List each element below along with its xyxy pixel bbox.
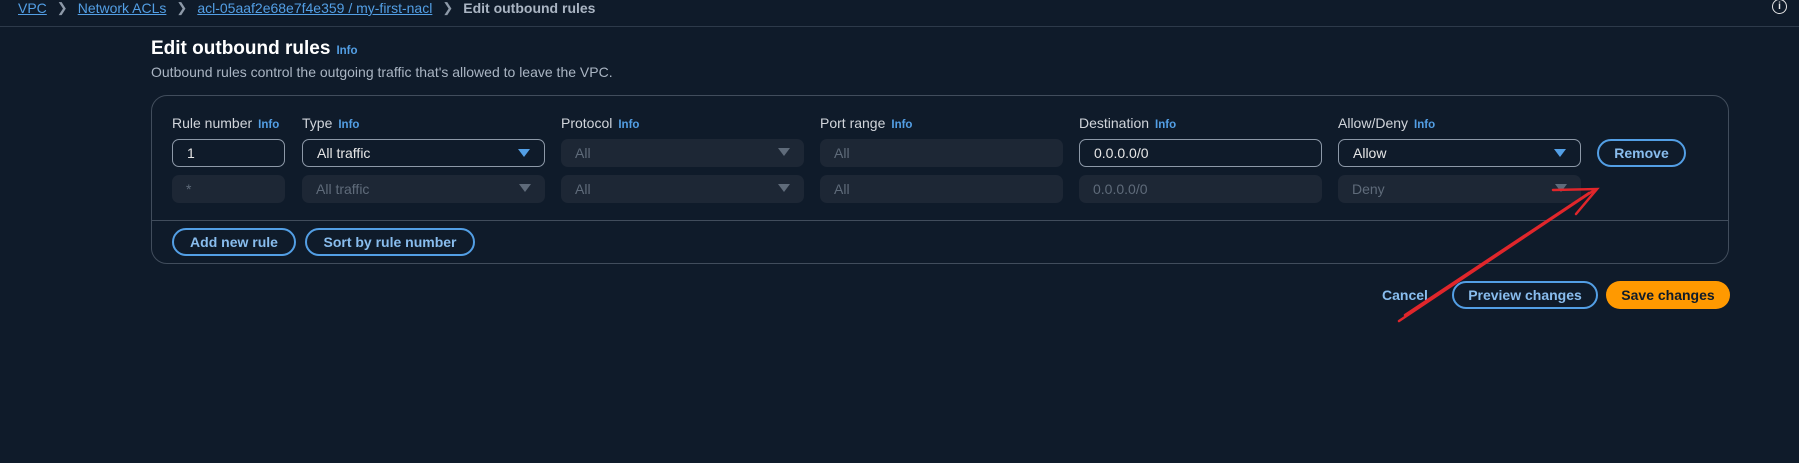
- default-destination: 0.0.0.0/0: [1079, 175, 1322, 203]
- col-allow-deny: Allow/Deny Info: [1338, 115, 1435, 131]
- default-type-select: All traffic: [302, 175, 545, 203]
- col-port-range: Port range Info: [820, 115, 912, 131]
- page-title-text: Edit outbound rules: [151, 38, 331, 59]
- protocol-info-link[interactable]: Info: [618, 119, 639, 131]
- allow-deny-select[interactable]: Allow: [1338, 139, 1581, 167]
- col-type-label: Type: [302, 115, 333, 131]
- port-range-input: All: [820, 139, 1063, 167]
- col-destination: Destination Info: [1079, 115, 1176, 131]
- col-type: Type Info: [302, 115, 359, 131]
- remove-rule-button[interactable]: Remove: [1597, 139, 1686, 167]
- sort-by-rule-number-button[interactable]: Sort by rule number: [305, 228, 475, 256]
- col-protocol: Protocol Info: [561, 115, 639, 131]
- default-protocol-select: All: [561, 175, 804, 203]
- default-protocol-value: All: [575, 181, 591, 197]
- save-changes-button[interactable]: Save changes: [1606, 281, 1730, 309]
- caret-down-icon: [778, 148, 790, 156]
- col-destination-label: Destination: [1079, 115, 1150, 131]
- type-select[interactable]: All traffic: [302, 139, 545, 167]
- chevron-right-icon: ❯: [56, 0, 68, 15]
- default-port-range: All: [820, 175, 1063, 203]
- breadcrumb-acl[interactable]: acl-05aaf2e68e7f4e359 / my-first-nacl: [197, 0, 432, 16]
- caret-down-icon: [518, 149, 530, 157]
- caret-down-icon: [778, 184, 790, 192]
- page-description: Outbound rules control the outgoing traf…: [151, 64, 613, 80]
- default-rule-number: *: [172, 175, 285, 203]
- info-circle-icon[interactable]: i: [1772, 0, 1787, 14]
- breadcrumb-vpc[interactable]: VPC: [18, 0, 47, 16]
- protocol-select-value: All: [575, 145, 591, 161]
- breadcrumb-current: Edit outbound rules: [463, 0, 596, 16]
- caret-down-icon: [1554, 149, 1566, 157]
- caret-down-icon: [1555, 184, 1567, 192]
- col-protocol-label: Protocol: [561, 115, 613, 131]
- chevron-right-icon: ❯: [442, 0, 454, 15]
- port-range-info-link[interactable]: Info: [891, 119, 912, 131]
- rule-number-info-link[interactable]: Info: [258, 119, 279, 131]
- protocol-select: All: [561, 139, 804, 167]
- breadcrumb: VPC ❯ Network ACLs ❯ acl-05aaf2e68e7f4e3…: [18, 0, 595, 16]
- page-title: Edit outbound rules Info: [151, 38, 358, 60]
- col-rule-number-label: Rule number: [172, 115, 253, 131]
- title-info-link[interactable]: Info: [336, 45, 357, 57]
- add-new-rule-button[interactable]: Add new rule: [172, 228, 296, 256]
- preview-changes-button[interactable]: Preview changes: [1452, 281, 1598, 309]
- destination-info-link[interactable]: Info: [1155, 119, 1176, 131]
- header-divider: [0, 26, 1799, 27]
- breadcrumb-network-acls[interactable]: Network ACLs: [78, 0, 167, 16]
- chevron-right-icon: ❯: [176, 0, 188, 15]
- rules-panel: Rule number Info Type Info Protocol Info Po…: [151, 95, 1729, 264]
- col-port-range-label: Port range: [820, 115, 886, 131]
- type-info-link[interactable]: Info: [338, 119, 359, 131]
- cancel-button[interactable]: Cancel: [1382, 287, 1428, 303]
- default-allow-deny-select: Deny: [1338, 175, 1581, 203]
- default-type-value: All traffic: [316, 181, 370, 197]
- default-allow-deny-value: Deny: [1352, 181, 1385, 197]
- col-allow-deny-label: Allow/Deny: [1338, 115, 1409, 131]
- rule-number-input[interactable]: 1: [172, 139, 285, 167]
- type-select-value: All traffic: [317, 145, 371, 161]
- col-rule-number: Rule number Info: [172, 115, 279, 131]
- panel-divider: [152, 220, 1728, 221]
- allow-deny-select-value: Allow: [1353, 145, 1387, 161]
- allow-deny-info-link[interactable]: Info: [1414, 119, 1435, 131]
- caret-down-icon: [519, 184, 531, 192]
- destination-input[interactable]: 0.0.0.0/0: [1079, 139, 1322, 167]
